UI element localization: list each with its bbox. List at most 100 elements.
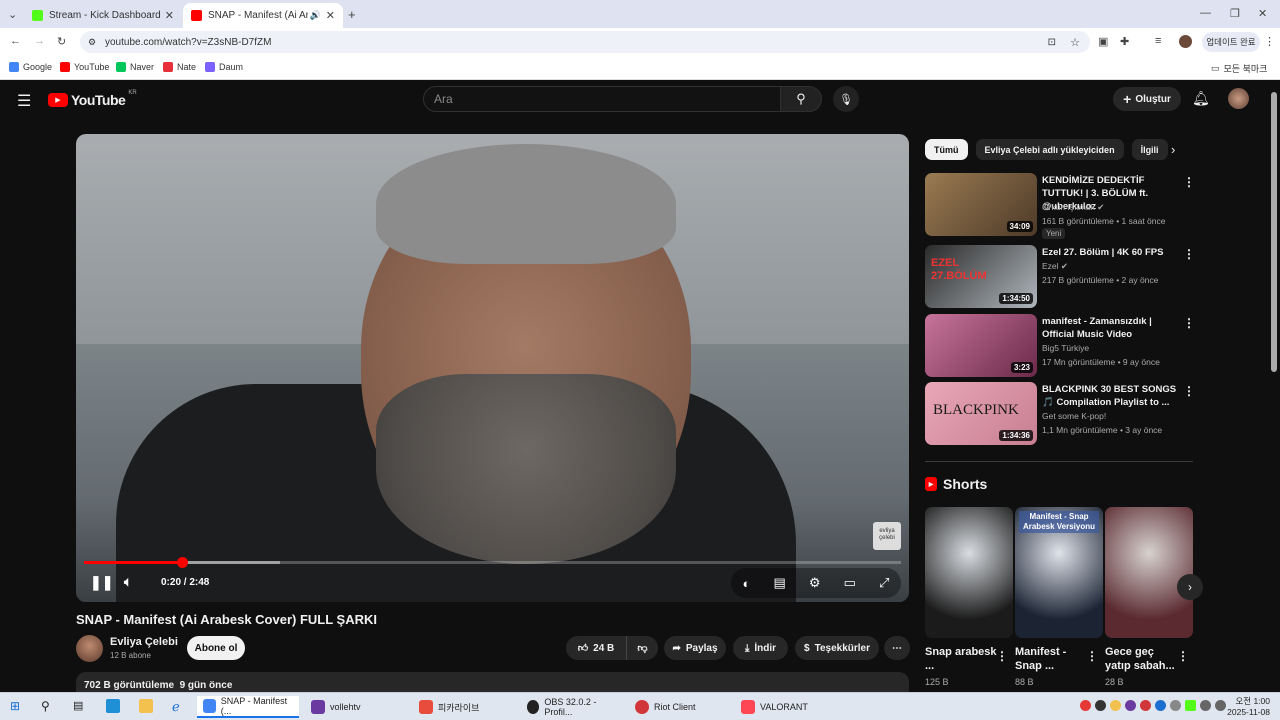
like-button[interactable]: 👍︎ 24 B — [566, 636, 626, 660]
edge-store-icon[interactable] — [106, 699, 120, 713]
chip-from-uploader[interactable]: Evliya Çelebi adlı yükleyiciden — [975, 139, 1124, 160]
taskbar-app-obs[interactable]: OBS 32.0.2 - Profil... — [521, 696, 623, 718]
taskbar-app-chrome[interactable]: SNAP - Manifest (... — [197, 696, 299, 718]
settings-gear-icon[interactable]: ⚙ — [809, 575, 821, 591]
taskbar-app-vollehtv[interactable]: vollehtv — [305, 696, 407, 718]
tray-icon[interactable] — [1140, 700, 1151, 711]
menu-hamburger-icon[interactable]: ☰ — [17, 91, 31, 111]
chip-all[interactable]: Tümü — [925, 139, 968, 160]
recommendation-item[interactable]: 34:09 KENDİMİZE DEDEKTİF TUTTUK! | 3. BÖ… — [925, 173, 1195, 239]
tray-icon[interactable] — [1095, 700, 1106, 711]
network-icon[interactable] — [1200, 700, 1211, 711]
tab-kick-dashboard[interactable]: Stream - Kick Dashboard ✕ — [24, 3, 182, 28]
tray-icon[interactable] — [1170, 700, 1181, 711]
chevron-right-icon[interactable]: › — [1171, 142, 1175, 157]
fullscreen-icon[interactable]: ⤢ — [879, 575, 889, 591]
tray-icon[interactable] — [1125, 700, 1136, 711]
close-tab-icon[interactable]: ✕ — [326, 9, 335, 22]
progress-bar[interactable] — [84, 557, 901, 568]
maximize-icon[interactable]: ❐ — [1230, 7, 1240, 20]
taskbar-app-valorant[interactable]: VALORANT — [735, 696, 837, 718]
download-button[interactable]: ⤓ İndir — [733, 636, 788, 660]
recommendation-item[interactable]: 3:23 manifest - Zamansızdık | Official M… — [925, 314, 1195, 378]
youtube-logo[interactable]: ▶ YouTube KR — [48, 90, 137, 108]
share-button[interactable]: ➦ Paylaş — [664, 636, 726, 660]
video-thumbnail[interactable]: 3:23 — [925, 314, 1037, 377]
kick-icon[interactable] — [1185, 700, 1196, 711]
more-options-icon[interactable]: ⋮ — [1183, 247, 1195, 261]
channel-name[interactable]: Evliya Çelebi — [110, 636, 178, 648]
recommendation-title[interactable]: manifest - Zamansızdık | Official Music … — [1042, 315, 1182, 341]
url-field[interactable]: ⚙ youtube.com/watch?v=Z3sNB-D7fZM ⊡ ☆ — [80, 31, 1090, 53]
thanks-button[interactable]: $ Teşekkürler — [795, 636, 879, 660]
channel-watermark[interactable]: evliya çelebi — [873, 522, 901, 550]
update-button[interactable]: 업데이트 완료 — [1202, 32, 1260, 52]
menu-icon[interactable]: ⋮ — [1264, 35, 1275, 48]
task-view-icon[interactable]: ▤ — [73, 699, 83, 712]
windows-start-icon[interactable]: ⊞ — [10, 699, 20, 713]
tray-icon[interactable] — [1155, 700, 1166, 711]
recommendation-title[interactable]: BLACKPINK 30 BEST SONGS 🎵 Compilation Pl… — [1042, 383, 1182, 409]
reload-icon[interactable]: ↻ — [57, 35, 66, 48]
bookmark-nate[interactable]: Nate — [163, 62, 196, 72]
bookmark-naver[interactable]: Naver — [116, 62, 154, 72]
account-avatar[interactable] — [1228, 88, 1249, 109]
site-info-icon[interactable]: ⚙ — [88, 37, 96, 48]
video-thumbnail[interactable]: EZEL 27.BÖLÜM 1:34:50 — [925, 245, 1037, 308]
notifications-bell-icon[interactable]: 🔔︎ — [1192, 90, 1210, 107]
shorts-next-button[interactable]: › — [1177, 574, 1203, 600]
extension-icon[interactable]: ▣ — [1098, 35, 1108, 48]
channel-avatar[interactable] — [76, 635, 103, 662]
close-window-icon[interactable]: ✕ — [1258, 7, 1267, 20]
profile-avatar[interactable] — [1179, 35, 1192, 48]
tray-icon[interactable] — [1110, 700, 1121, 711]
recommendation-item[interactable]: BLACKPINK 1:34:36 BLACKPINK 30 BEST SONG… — [925, 382, 1195, 446]
more-options-icon[interactable]: ⋮ — [1086, 649, 1098, 663]
create-button[interactable]: + Oluştur — [1113, 87, 1181, 111]
more-actions-button[interactable]: ⋯ — [884, 636, 910, 660]
voice-search-button[interactable]: 🎙 — [833, 86, 859, 112]
scrubber-handle[interactable] — [177, 557, 189, 568]
puzzle-icon[interactable]: ✚ — [1120, 35, 1129, 48]
speaker-icon[interactable] — [1215, 700, 1226, 711]
file-explorer-icon[interactable] — [139, 699, 153, 713]
more-options-icon[interactable]: ⋮ — [1183, 175, 1195, 189]
video-thumbnail[interactable]: 34:09 — [925, 173, 1037, 236]
tray-icon[interactable] — [1080, 700, 1091, 711]
bookmark-youtube[interactable]: YouTube — [60, 62, 109, 72]
chip-related[interactable]: İlgili — [1131, 139, 1168, 160]
bookmark-daum[interactable]: Daum — [205, 62, 243, 72]
short-thumbnail[interactable] — [925, 507, 1013, 638]
close-tab-icon[interactable]: ✕ — [165, 9, 174, 22]
more-options-icon[interactable]: ⋮ — [1183, 384, 1195, 398]
bookmark-star-icon[interactable]: ☆ — [1070, 36, 1080, 49]
volume-button[interactable]: 🔈︎ — [124, 570, 132, 594]
search-input[interactable]: Ara — [423, 86, 781, 112]
media-control-icon[interactable]: ≡ — [1155, 35, 1161, 47]
tab-youtube-video[interactable]: SNAP - Manifest (Ai Arabe 🔊 ✕ — [183, 3, 343, 28]
autoplay-toggle[interactable]: ◐ — [743, 576, 751, 591]
more-options-icon[interactable]: ⋮ — [996, 649, 1008, 663]
video-thumbnail[interactable]: BLACKPINK 1:34:36 — [925, 382, 1037, 445]
system-clock[interactable]: 오전 1:00 2025-11-08 — [1227, 696, 1270, 718]
speaker-icon[interactable]: 🔊 — [310, 10, 321, 21]
short-title[interactable]: Snap arabesk ... — [925, 645, 1000, 673]
recommendation-title[interactable]: Ezel 27. Bölüm | 4K 60 FPS — [1042, 246, 1182, 259]
pause-button[interactable]: ❚❚ — [90, 570, 113, 594]
search-icon[interactable]: ⚲ — [41, 699, 50, 713]
internet-explorer-icon[interactable]: ℯ — [172, 699, 180, 715]
short-thumbnail[interactable] — [1105, 507, 1193, 638]
taskbar-app-riot-client[interactable]: Riot Client — [629, 696, 731, 718]
more-options-icon[interactable]: ⋮ — [1183, 316, 1195, 330]
search-button[interactable]: ⚲ — [780, 86, 822, 112]
recommendation-item[interactable]: EZEL 27.BÖLÜM 1:34:50 Ezel 27. Bölüm | 4… — [925, 245, 1195, 309]
theater-mode-icon[interactable]: ▭ — [844, 575, 856, 591]
forward-icon[interactable]: → — [34, 35, 45, 47]
dislike-button[interactable]: 👎︎ — [626, 636, 658, 660]
install-app-icon[interactable]: ⊡ — [1048, 37, 1056, 48]
taskbar-app-pikalive[interactable]: 피카라이브 — [413, 696, 515, 718]
all-bookmarks[interactable]: ▭ 모든 북마크 — [1211, 62, 1267, 75]
subtitles-icon[interactable]: ▤ — [774, 575, 786, 591]
new-tab-button[interactable]: + — [348, 7, 356, 22]
minimize-icon[interactable]: — — [1200, 7, 1211, 19]
